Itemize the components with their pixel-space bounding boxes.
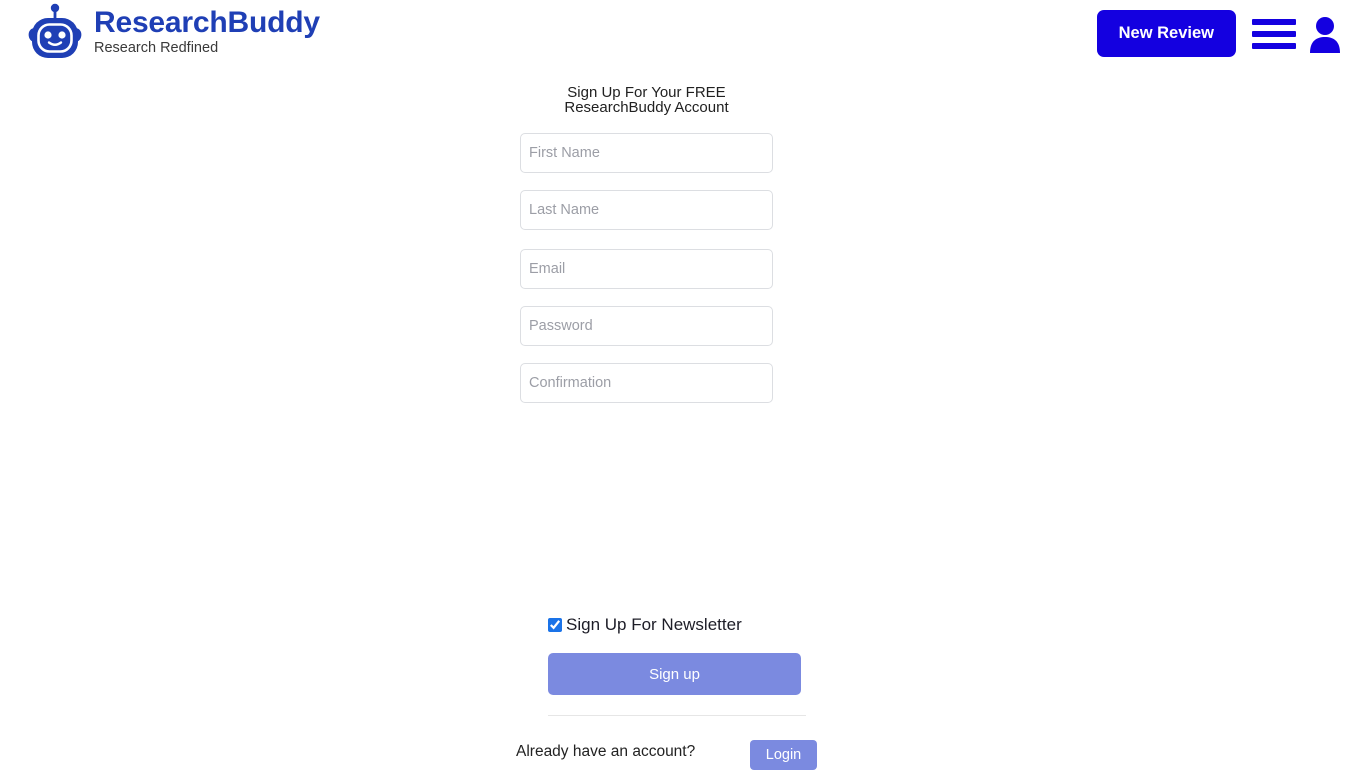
form-divider	[548, 715, 806, 716]
signup-heading-line2: ResearchBuddy Account	[564, 99, 729, 116]
first-name-input[interactable]	[520, 133, 773, 173]
confirmation-input[interactable]	[520, 363, 773, 403]
password-input[interactable]	[520, 306, 773, 346]
signup-submit-button[interactable]: Sign up	[548, 653, 801, 695]
login-button[interactable]: Login	[750, 740, 817, 770]
already-account-text: Already have an account?	[516, 743, 696, 760]
newsletter-row: Sign Up For Newsletter	[548, 615, 742, 635]
last-name-input[interactable]	[520, 190, 773, 230]
newsletter-checkbox[interactable]	[548, 618, 562, 632]
email-input[interactable]	[520, 249, 773, 289]
login-row: Already have an account? Login	[516, 740, 817, 770]
signup-form: Sign Up For Your FREE ResearchBuddy Acco…	[0, 0, 1360, 770]
newsletter-label[interactable]: Sign Up For Newsletter	[566, 615, 742, 635]
signup-heading: Sign Up For Your FREE ResearchBuddy Acco…	[0, 85, 1293, 115]
